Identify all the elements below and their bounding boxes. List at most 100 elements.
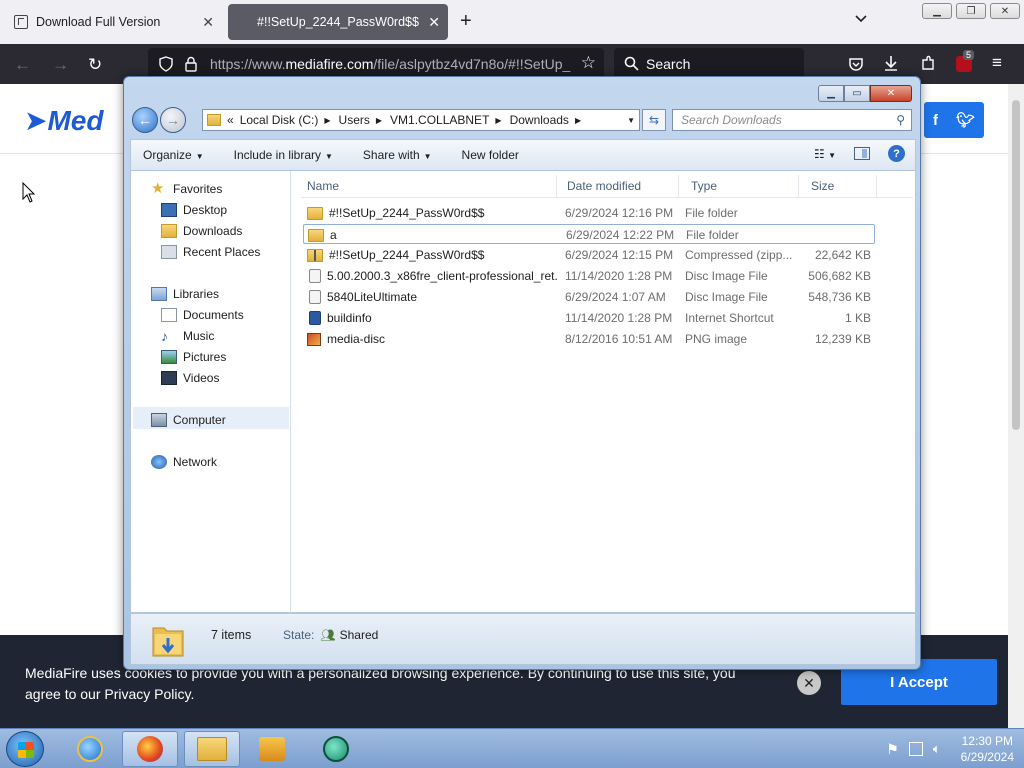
search-icon — [624, 56, 639, 71]
folder-icon — [308, 228, 324, 242]
explorer-search-input[interactable]: Search Downloads ⚲ — [672, 109, 912, 131]
close-window-button[interactable]: ✕ — [990, 3, 1020, 19]
explorer-forward-button[interactable]: → — [160, 107, 186, 133]
file-name: buildinfo — [327, 311, 372, 325]
file-row[interactable]: 5840LiteUltimate 6/29/2024 1:07 AM Disc … — [303, 287, 875, 307]
address-dropdown-icon[interactable]: ▼ — [627, 116, 635, 125]
page-scrollbar[interactable] — [1008, 84, 1024, 728]
file-row[interactable]: #!!SetUp_2244_PassW0rd$$ 6/29/2024 12:15… — [303, 245, 875, 265]
volume-muted-icon[interactable]: 🔈︎ — [933, 741, 941, 757]
nav-libraries[interactable]: Libraries — [151, 284, 219, 304]
preview-pane-icon[interactable] — [854, 147, 870, 160]
explorer-back-button[interactable]: ← — [132, 107, 158, 133]
downloads-icon[interactable] — [883, 55, 899, 72]
taskbar-firefox[interactable] — [122, 731, 178, 767]
media-player-icon — [259, 737, 285, 761]
explorer-nav-row: ← → « Local Disk (C:) ▶ Users ▶ VM1.COLLAB… — [130, 105, 916, 135]
restore-button[interactable]: ❐ — [956, 3, 986, 19]
close-tab-icon[interactable]: ✕ — [202, 14, 214, 31]
file-name: 5.00.2000.3_x86fre_client-professional_r… — [327, 269, 557, 283]
cookie-close-button[interactable]: ✕ — [797, 671, 821, 695]
close-tab-icon[interactable]: ✕ — [428, 14, 440, 31]
file-type: PNG image — [685, 332, 748, 346]
extensions-icon[interactable] — [920, 55, 936, 72]
nav-computer[interactable]: Computer — [151, 410, 226, 430]
file-date: 6/29/2024 12:16 PM — [565, 206, 674, 220]
taskbar-internet-explorer[interactable] — [62, 731, 118, 767]
nav-recent-places[interactable]: Recent Places — [161, 242, 260, 262]
reload-icon[interactable]: ↻ — [88, 55, 102, 75]
explorer-maximize-button[interactable]: ▭ — [844, 85, 870, 102]
pocket-icon[interactable] — [848, 56, 864, 72]
file-row[interactable]: buildinfo 11/14/2020 1:28 PM Internet Sh… — [303, 308, 875, 328]
file-type: Disc Image File — [685, 290, 768, 304]
explorer-minimize-button[interactable]: ▁ — [818, 85, 844, 102]
explorer-body: ★ Favorites Desktop Downloads Recent Plac… — [130, 171, 916, 613]
overflow-chevron-icon[interactable]: « — [227, 113, 234, 127]
nav-music[interactable]: ♪ Music — [161, 326, 214, 346]
breadcrumb-arrow-icon[interactable]: ▶ — [324, 116, 330, 125]
new-folder-button[interactable]: New folder — [462, 148, 519, 162]
nav-downloads[interactable]: Downloads — [161, 221, 242, 241]
lock-icon[interactable] — [184, 56, 198, 72]
nav-videos[interactable]: Videos — [161, 368, 219, 388]
scrollbar-thumb[interactable] — [1012, 100, 1020, 430]
column-header-size[interactable]: Size — [801, 175, 877, 197]
organize-menu[interactable]: Organize ▼ — [143, 148, 204, 162]
breadcrumb-users[interactable]: Users — [339, 113, 370, 127]
facebook-icon[interactable]: f — [933, 112, 938, 129]
taskbar-app[interactable] — [308, 731, 364, 767]
breadcrumb-arrow-icon[interactable]: ▶ — [495, 116, 501, 125]
refresh-button[interactable]: ⇆ — [642, 109, 666, 131]
file-row-focused[interactable]: a 6/29/2024 12:22 PM File folder — [303, 224, 875, 244]
shared-users-icon: 👥︎ — [320, 628, 336, 642]
column-header-date[interactable]: Date modified — [559, 175, 679, 197]
internet-explorer-icon — [77, 736, 103, 762]
start-button[interactable] — [6, 731, 44, 767]
twitter-icon[interactable]: 🐦︎ — [956, 111, 975, 129]
address-bar[interactable]: « Local Disk (C:) ▶ Users ▶ VM1.COLLABNET ▶… — [202, 109, 640, 131]
search-icon[interactable]: ⚲ — [896, 113, 905, 127]
view-options-icon[interactable]: ☷ ▼ — [814, 147, 836, 161]
folder-icon — [207, 114, 221, 126]
breadcrumb-arrow-icon[interactable]: ▶ — [376, 116, 382, 125]
tab-setup-file[interactable]: #!!SetUp_2244_PassW0rd$$ ✕ — [228, 4, 448, 40]
file-row[interactable]: #!!SetUp_2244_PassW0rd$$ 6/29/2024 12:16… — [303, 203, 875, 223]
help-icon[interactable]: ? — [888, 145, 905, 162]
mediafire-logo[interactable]: ➤Med — [24, 104, 103, 137]
taskbar-media-player[interactable] — [244, 731, 300, 767]
column-header-name[interactable]: Name — [301, 175, 557, 197]
action-center-flag-icon[interactable]: ⚑ — [886, 741, 899, 758]
file-row[interactable]: 5.00.2000.3_x86fre_client-professional_r… — [303, 266, 875, 286]
nav-desktop[interactable]: Desktop — [161, 200, 227, 220]
file-row[interactable]: media-disc 8/12/2016 10:51 AM PNG image … — [303, 329, 875, 349]
forward-arrow-icon[interactable]: → — [52, 55, 69, 75]
breadcrumb-arrow-icon[interactable]: ▶ — [575, 116, 581, 125]
new-tab-button[interactable]: + — [460, 10, 472, 33]
breadcrumb-user[interactable]: VM1.COLLABNET — [390, 113, 489, 127]
system-tray: ⚑ 🔈︎ 12:30 PM 6/29/2024 — [886, 733, 1014, 765]
file-name: media-disc — [327, 332, 386, 346]
nav-favorites[interactable]: ★ Favorites — [151, 179, 222, 199]
clock[interactable]: 12:30 PM 6/29/2024 — [961, 733, 1014, 765]
tab-download-full-version[interactable]: Download Full Version ✕ — [4, 4, 222, 40]
menu-icon[interactable]: ≡ — [992, 53, 1002, 73]
shield-icon[interactable] — [158, 56, 174, 72]
minimize-button[interactable]: ▁ — [922, 3, 952, 19]
nav-network[interactable]: Network — [151, 452, 217, 472]
page-icon — [14, 15, 28, 29]
share-with-menu[interactable]: Share with ▼ — [363, 148, 432, 162]
nav-pictures[interactable]: Pictures — [161, 347, 226, 367]
breadcrumb-local-disk[interactable]: Local Disk (C:) — [240, 113, 319, 127]
breadcrumb-downloads[interactable]: Downloads — [510, 113, 569, 127]
bookmark-star-icon[interactable]: ☆ — [581, 53, 596, 73]
nav-documents[interactable]: Documents — [161, 305, 244, 325]
taskbar-explorer[interactable] — [184, 731, 240, 767]
list-all-tabs-icon[interactable] — [855, 12, 867, 24]
include-in-library-menu[interactable]: Include in library ▼ — [234, 148, 333, 162]
explorer-close-button[interactable]: ✕ — [870, 85, 912, 102]
back-arrow-icon[interactable]: ← — [14, 55, 31, 75]
column-header-type[interactable]: Type — [681, 175, 799, 197]
network-tray-icon[interactable] — [908, 742, 923, 756]
url-host: mediafire.com — [285, 56, 374, 72]
